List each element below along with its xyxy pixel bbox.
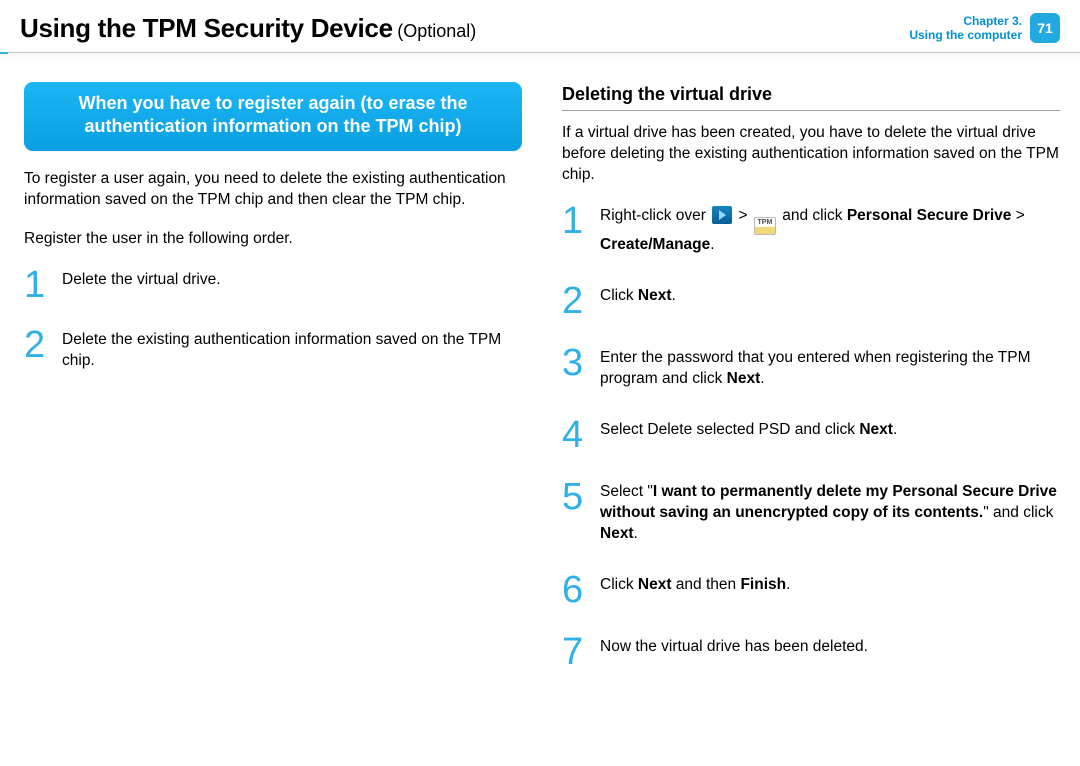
text-fragment: Right-click over (600, 207, 710, 224)
text-fragment: and then (672, 576, 741, 593)
page-header: Using the TPM Security Device (Optional)… (0, 0, 1080, 52)
bold-text: Next (859, 421, 893, 438)
left-step-1: 1 Delete the virtual drive. (24, 268, 522, 302)
step-number: 7 (562, 635, 586, 669)
text-fragment: . (672, 287, 676, 304)
bold-text: Personal Secure Drive (847, 207, 1012, 224)
step-text: Click Next. (600, 284, 1060, 318)
text-fragment: " and click (983, 504, 1053, 521)
right-step-4: 4 Select Delete selected PSD and click N… (562, 418, 1060, 452)
header-meta: Chapter 3. Using the computer 71 (909, 13, 1060, 43)
left-column: When you have to register again (to eras… (24, 82, 522, 697)
step-number: 2 (24, 328, 48, 372)
bold-text: Create/Manage (600, 236, 710, 253)
right-step-6: 6 Click Next and then Finish. (562, 573, 1060, 607)
right-step-5: 5 Select "I want to permanently delete m… (562, 480, 1060, 545)
header-accent-tick (0, 52, 8, 54)
bold-text: Next (600, 525, 634, 542)
bold-text: Next (727, 370, 761, 387)
section-heading: Deleting the virtual drive (562, 82, 1060, 111)
title-main: Using the TPM Security Device (20, 13, 393, 43)
step-number: 5 (562, 480, 586, 545)
right-step-1: 1 Right-click over > TPM and click Perso… (562, 204, 1060, 256)
step-text: Select Delete selected PSD and click Nex… (600, 418, 1060, 452)
text-fragment: . (893, 421, 897, 438)
step-text: Enter the password that you entered when… (600, 346, 1060, 390)
right-step-3: 3 Enter the password that you entered wh… (562, 346, 1060, 390)
left-paragraph-1: To register a user again, you need to de… (24, 169, 522, 211)
text-fragment: > (1011, 207, 1024, 224)
chapter-line-2: Using the computer (909, 28, 1022, 42)
right-column: Deleting the virtual drive If a virtual … (562, 82, 1060, 697)
page-number-badge: 71 (1030, 13, 1060, 43)
text-fragment: Select " (600, 483, 653, 500)
callout-box: When you have to register again (to eras… (24, 82, 522, 151)
bold-text: Next (638, 576, 672, 593)
bold-text: Next (638, 287, 672, 304)
step-number: 4 (562, 418, 586, 452)
step-text: Right-click over > TPM and click Persona… (600, 204, 1060, 256)
text-fragment: Click (600, 576, 638, 593)
right-step-2: 2 Click Next. (562, 284, 1060, 318)
right-step-7: 7 Now the virtual drive has been deleted… (562, 635, 1060, 669)
chapter-line-1: Chapter 3. (909, 14, 1022, 28)
right-steps: 1 Right-click over > TPM and click Perso… (562, 204, 1060, 669)
text-fragment: > (734, 207, 752, 224)
step-number: 1 (562, 204, 586, 256)
header-divider (0, 52, 1080, 58)
step-text: Select "I want to permanently delete my … (600, 480, 1060, 545)
media-play-icon (712, 206, 732, 224)
step-text: Delete the existing authentication infor… (62, 328, 522, 372)
step-text: Click Next and then Finish. (600, 573, 1060, 607)
text-fragment: . (710, 236, 714, 253)
left-paragraph-2: Register the user in the following order… (24, 229, 522, 250)
text-fragment: . (786, 576, 790, 593)
step-number: 1 (24, 268, 48, 302)
step-number: 2 (562, 284, 586, 318)
text-fragment: Now the virtual drive has been deleted. (600, 638, 868, 655)
text-fragment: and click (778, 207, 847, 224)
text-fragment: . (760, 370, 764, 387)
text-fragment: Click (600, 287, 638, 304)
step-number: 3 (562, 346, 586, 390)
text-fragment: . (634, 525, 638, 542)
text-fragment: Select Delete selected PSD and click (600, 421, 859, 438)
left-step-2: 2 Delete the existing authentication inf… (24, 328, 522, 372)
page-title: Using the TPM Security Device (Optional) (20, 13, 476, 44)
content-columns: When you have to register again (to eras… (0, 52, 1080, 717)
bold-text: Finish (740, 576, 786, 593)
title-subtitle: (Optional) (397, 21, 476, 41)
tpm-icon: TPM (754, 217, 776, 235)
chapter-label: Chapter 3. Using the computer (909, 14, 1022, 43)
step-text: Delete the virtual drive. (62, 268, 522, 302)
step-number: 6 (562, 573, 586, 607)
step-text: Now the virtual drive has been deleted. (600, 635, 1060, 669)
right-intro: If a virtual drive has been created, you… (562, 123, 1060, 186)
text-fragment: Enter the password that you entered when… (600, 349, 1031, 387)
